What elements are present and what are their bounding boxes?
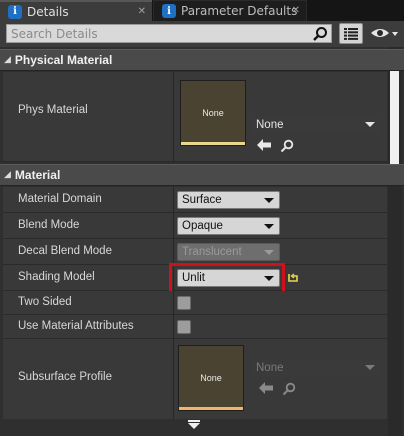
use-selected-arrow-icon[interactable] (257, 139, 271, 151)
category-label: Material (14, 168, 61, 182)
property-name: Material Domain (18, 193, 102, 205)
collapse-arrow-icon: ◢ (4, 170, 11, 180)
combo-value: Opaque (182, 220, 223, 232)
property-row-use-material-attributes: Use Material Attributes (3, 315, 387, 339)
phys-material-combo[interactable]: None (252, 116, 380, 134)
asset-thumbnail[interactable]: None (180, 80, 246, 146)
browse-search-icon[interactable] (280, 139, 294, 153)
combo-value: None (256, 362, 284, 374)
property-row-subsurface-profile: Subsurface Profile None None (3, 339, 387, 419)
reset-to-default-icon[interactable] (288, 273, 298, 283)
info-icon: i (8, 4, 22, 19)
list-view-icon (344, 27, 358, 40)
column-divider[interactable] (173, 187, 174, 212)
column-divider[interactable] (173, 239, 174, 264)
property-row-material-domain: Material Domain Surface (3, 187, 387, 213)
use-selected-arrow-icon (259, 382, 273, 394)
eye-icon (371, 29, 398, 37)
blend-mode-combo[interactable]: Opaque (177, 217, 280, 235)
category-material[interactable]: ◢ Material (0, 164, 404, 186)
property-name: Shading Model (18, 271, 95, 283)
chevron-down-icon (264, 198, 274, 203)
list-view-button[interactable] (339, 23, 363, 44)
combo-value: Surface (182, 194, 222, 206)
show-advanced-arrow-icon[interactable] (188, 423, 200, 429)
search-icon[interactable] (312, 26, 328, 42)
close-icon[interactable]: ✕ (292, 5, 300, 16)
details-panel: ◢ Physical Material Phys Material None N… (0, 47, 404, 436)
property-row-decal-blend-mode: Decal Blend Mode Translucent (3, 239, 387, 265)
thumbnail-label: None (202, 108, 224, 118)
asset-type-bar (181, 142, 245, 145)
search-row (0, 21, 404, 47)
tab-label: Parameter Defaults (181, 4, 298, 18)
property-row-blend-mode: Blend Mode Opaque (3, 213, 387, 239)
chevron-down-icon (264, 224, 274, 229)
column-divider[interactable] (173, 339, 174, 419)
property-name: Two Sided (18, 296, 72, 308)
property-name: Subsurface Profile (18, 371, 112, 383)
use-material-attributes-checkbox[interactable] (177, 320, 191, 334)
info-icon: i (162, 4, 176, 18)
property-name: Decal Blend Mode (18, 245, 112, 257)
view-options-button[interactable] (370, 25, 400, 46)
expand-line (188, 420, 200, 422)
chevron-down-icon (365, 365, 375, 370)
tab-details[interactable]: i Details ✕ (0, 0, 152, 21)
search-box (6, 24, 332, 43)
asset-thumbnail[interactable]: None (178, 345, 244, 411)
asset-type-bar (179, 407, 243, 410)
combo-value: Translucent (182, 246, 242, 258)
combo-value: None (256, 119, 284, 131)
category-physical-material[interactable]: ◢ Physical Material (0, 49, 404, 71)
property-name: Use Material Attributes (18, 320, 134, 332)
tab-label: Details (27, 4, 69, 19)
browse-search-icon (282, 382, 296, 396)
chevron-down-icon (365, 122, 375, 127)
decal-blend-mode-combo: Translucent (177, 243, 280, 261)
column-divider[interactable] (173, 213, 174, 238)
tab-parameter-defaults[interactable]: i Parameter Defaults ✕ (153, 0, 307, 21)
two-sided-checkbox[interactable] (177, 296, 191, 310)
search-input[interactable] (7, 25, 307, 42)
property-row-phys-material: Phys Material None None (3, 72, 387, 162)
collapse-arrow-icon: ◢ (4, 55, 11, 65)
property-name: Phys Material (18, 104, 88, 116)
property-row-two-sided: Two Sided (3, 291, 387, 315)
category-label: Physical Material (14, 53, 113, 67)
material-domain-combo[interactable]: Surface (177, 191, 280, 209)
tab-bar: i Details ✕ i Parameter Defaults ✕ (0, 0, 404, 21)
property-name: Blend Mode (18, 219, 80, 231)
column-divider[interactable] (173, 315, 174, 338)
thumbnail-label: None (200, 373, 222, 383)
chevron-down-icon (264, 250, 274, 255)
column-divider[interactable] (173, 72, 174, 161)
column-divider[interactable] (173, 291, 174, 314)
close-icon[interactable]: ✕ (138, 6, 146, 17)
subsurface-profile-combo: None (252, 359, 380, 377)
